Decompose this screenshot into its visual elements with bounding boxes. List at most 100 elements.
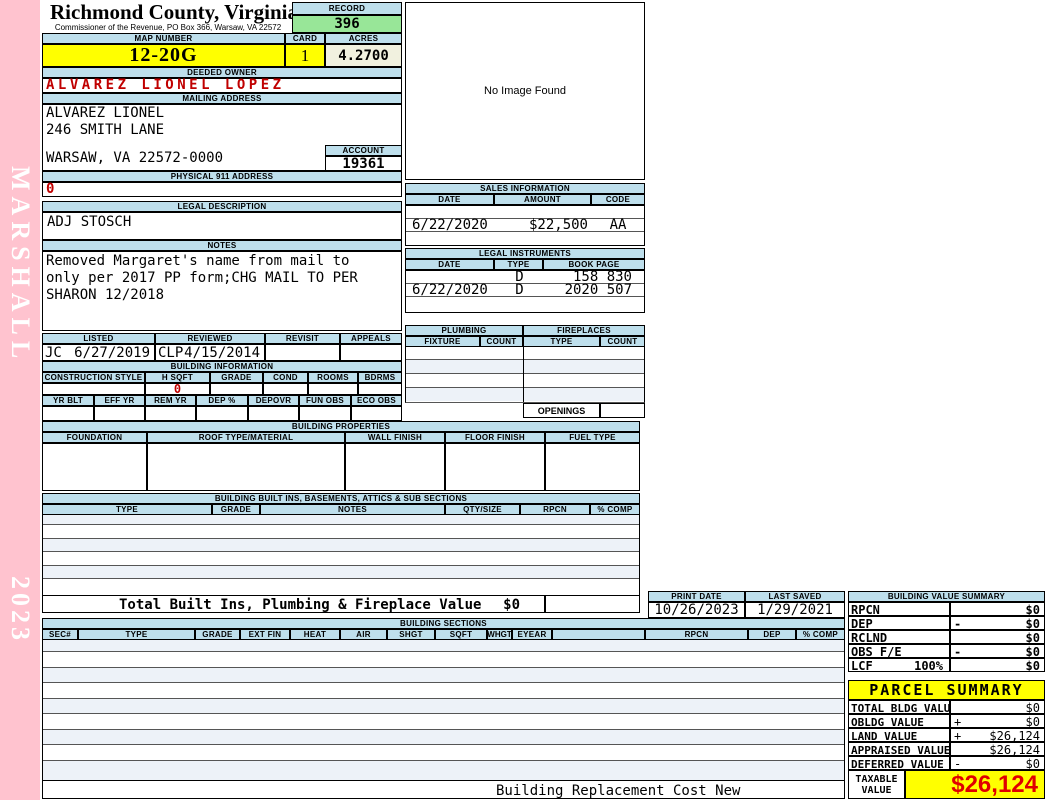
- taxable-label-line: VALUE: [861, 784, 892, 796]
- sale-amount: $22,500: [528, 217, 588, 233]
- building-sections-footer-row: Building Replacement Cost New: [42, 780, 845, 799]
- bvs-label: RPCN: [851, 603, 880, 617]
- parcel-label-cell: TOTAL BLDG VALUE: [848, 700, 957, 715]
- col-bdrms: BDRMS: [358, 372, 402, 383]
- parcel-sign: +: [954, 715, 962, 729]
- col-cond: COND: [263, 372, 308, 383]
- revisit-cell: [265, 344, 340, 361]
- col-grade: GRADE: [212, 504, 260, 515]
- bvs-value: $0: [1025, 645, 1040, 659]
- legal-description-header: LEGAL DESCRIPTION: [42, 201, 402, 212]
- bdrms-value: [358, 383, 402, 395]
- physical-address-header: PHYSICAL 911 ADDRESS: [42, 171, 402, 182]
- notes-header: NOTES: [42, 240, 402, 251]
- col-fixture: FIXTURE: [405, 336, 480, 347]
- bvs-label-cell: OBS F/E: [848, 644, 950, 659]
- reviewed-by: CLP: [158, 344, 184, 361]
- built-ins-rows: [42, 515, 640, 595]
- col-fun-obs: FUN OBS: [299, 395, 351, 406]
- sales-row: [406, 232, 644, 245]
- bvs-label: RCLND: [851, 631, 888, 645]
- empty-cell: [248, 406, 299, 421]
- col-fixture-count: COUNT: [480, 336, 523, 347]
- bvs-value: $0: [1025, 659, 1040, 673]
- bvs-value-cell: $0: [950, 602, 1045, 617]
- col-construction-style: CONSTRUCTION STYLE: [42, 372, 145, 383]
- col-eff-yr: EFF YR: [94, 395, 145, 406]
- building-information-header: BUILDING INFORMATION: [42, 361, 402, 372]
- col-floor-finish: FLOOR FINISH: [445, 432, 545, 443]
- parcel-sign: +: [954, 729, 962, 743]
- col-grade: GRADE: [210, 372, 263, 383]
- bvs-value: $0: [1025, 617, 1040, 631]
- vendor-label: MARSHALL: [6, 165, 35, 365]
- listed-cell: JC 6/27/2019: [42, 344, 155, 361]
- last-saved-value: 1/29/2021: [745, 602, 845, 618]
- empty-cell: [145, 406, 196, 421]
- parcel-value-cell: $0: [950, 700, 1045, 715]
- col-dep-pct: DEP %: [196, 395, 248, 406]
- col-sqft: SQFT: [435, 629, 487, 640]
- empty-cell: [94, 406, 145, 421]
- bvs-label-cell: RCLND: [848, 630, 950, 645]
- parcel-value-cell: + $0: [950, 714, 1045, 729]
- empty-cell: [196, 406, 248, 421]
- mailing-address-header: MAILING ADDRESS: [42, 93, 402, 104]
- legal-instruments-header: LEGAL INSTRUMENTS: [405, 248, 645, 259]
- last-saved-header: LAST SAVED: [745, 591, 845, 602]
- col-pct-comp: % COMP: [590, 504, 640, 515]
- sidebar-band: [0, 0, 40, 800]
- openings-label: OPENINGS: [523, 403, 600, 418]
- bvs-value: $0: [1025, 603, 1040, 617]
- col-sec-num: SEC#: [42, 629, 78, 640]
- bvs-lcf-pct: 100%: [914, 659, 943, 673]
- mailing-line: ALVAREZ LIONEL: [46, 105, 165, 121]
- col-sec-type: TYPE: [78, 629, 195, 640]
- parcel-value-cell: $26,124: [950, 742, 1045, 757]
- bvs-label: DEP: [851, 617, 873, 631]
- col-sale-date: DATE: [405, 194, 494, 205]
- county-title: Richmond County, Virginia: [50, 0, 298, 24]
- mailing-line: WARSAW, VA 22572-0000: [46, 150, 224, 166]
- instr-type: D: [515, 282, 524, 298]
- col-wall-finish: WALL FINISH: [345, 432, 445, 443]
- construction-style-value: [42, 383, 145, 395]
- parcel-value-cell: - $0: [950, 756, 1045, 771]
- empty-cell: [545, 595, 640, 613]
- col-qty-size: QTY/SIZE: [445, 504, 520, 515]
- openings-value: [600, 403, 645, 418]
- instr-date: 6/22/2020: [412, 282, 488, 298]
- built-ins-total-label: Total Built Ins, Plumbing & Fireplace Va…: [119, 597, 482, 613]
- physical-address-value: 0: [42, 182, 402, 197]
- parcel-value: $0: [1025, 701, 1040, 715]
- listed-by: JC: [45, 344, 62, 361]
- legal-instrument-row: [406, 297, 644, 310]
- col-rpcn: RPCN: [520, 504, 590, 515]
- note-line: Removed Margaret's name from mail to: [46, 253, 350, 269]
- sales-information-header: SALES INFORMATION: [405, 183, 645, 194]
- col-ext-fin: EXT FIN: [240, 629, 290, 640]
- empty-cell: [351, 406, 402, 421]
- building-properties-header: BUILDING PROPERTIES: [42, 421, 640, 432]
- bvs-label: LCF: [851, 659, 873, 673]
- bvs-label: OBS F/E: [851, 645, 902, 659]
- parcel-value: $26,124: [989, 743, 1040, 757]
- h-sqft-value: 0: [145, 382, 210, 396]
- listed-header: LISTED: [42, 333, 155, 344]
- col-spacer: [552, 629, 645, 640]
- col-fireplace-count: COUNT: [600, 336, 645, 347]
- col-depovr: DEPOVR: [248, 395, 299, 406]
- parcel-label-cell: APPRAISED VALUE: [848, 742, 950, 757]
- col-foundation: FOUNDATION: [42, 432, 147, 443]
- mailing-line: 246 SMITH LANE: [46, 122, 165, 138]
- building-section-rows: [42, 640, 845, 780]
- card-value: 1: [285, 44, 325, 67]
- empty-cell: [42, 406, 94, 421]
- building-sections-footer-label: Building Replacement Cost New: [496, 783, 741, 799]
- parcel-value-cell: + $26,124: [950, 728, 1045, 743]
- taxable-value: $26,124: [951, 771, 1038, 798]
- col-sec-pct-comp: % COMP: [796, 629, 845, 640]
- account-value: 19361: [325, 156, 402, 172]
- reviewed-cell: CLP 4/15/2014: [155, 344, 265, 361]
- foundation-value: [42, 443, 147, 491]
